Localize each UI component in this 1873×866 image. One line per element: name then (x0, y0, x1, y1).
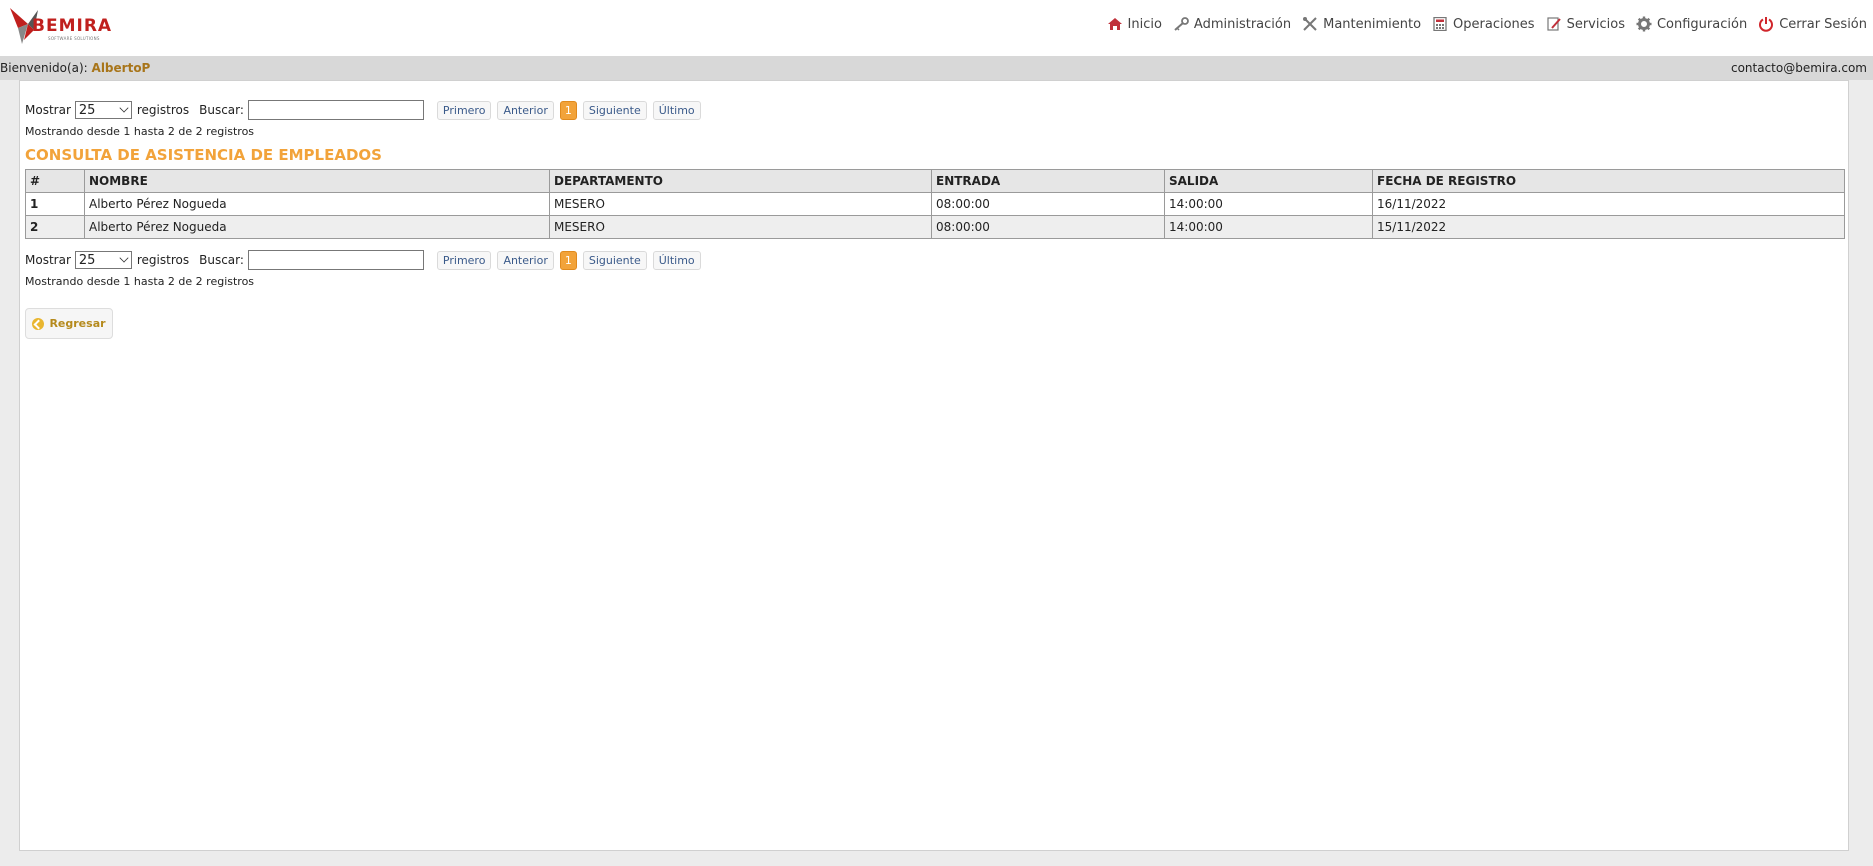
cell-departamento: MESERO (549, 215, 932, 239)
chevron-down-icon (119, 253, 129, 263)
page-size-value: 25 (78, 253, 96, 268)
nav-operaciones[interactable]: Operaciones (1432, 17, 1535, 32)
pencil-icon (1546, 17, 1561, 31)
cell-number: 1 (25, 192, 85, 216)
header: BEMIRA SOFTWARE SOLUTIONS Inicio Adminis… (0, 0, 1873, 56)
gear-icon (1636, 16, 1652, 32)
cell-entrada: 08:00:00 (931, 215, 1165, 239)
cell-number: 2 (25, 215, 85, 239)
table-row[interactable]: 1 Alberto Pérez Nogueda MESERO 08:00:00 … (25, 192, 1845, 216)
contact-email: contacto@bemira.com (1730, 61, 1867, 75)
welcome-bar: Bienvenido(a): AlbertoP contacto@bemira.… (0, 56, 1873, 80)
welcome-user: AlbertoP (91, 61, 151, 75)
back-button-label: Regresar (49, 317, 106, 330)
table-row[interactable]: 2 Alberto Pérez Nogueda MESERO 08:00:00 … (25, 215, 1845, 239)
back-arrow-icon (32, 317, 45, 330)
page-size-value: 25 (78, 103, 96, 118)
attendance-table: # NOMBRE DEPARTAMENTO ENTRADA SALIDA FEC… (25, 169, 1845, 239)
nav-configuracion[interactable]: Configuración (1636, 16, 1747, 32)
cell-salida: 14:00:00 (1164, 192, 1373, 216)
search-input[interactable] (247, 100, 424, 120)
next-page-button[interactable]: Siguiente (582, 250, 647, 270)
prev-page-button[interactable]: Anterior (497, 100, 554, 120)
cell-nombre: Alberto Pérez Nogueda (84, 215, 550, 239)
show-label: Mostrar (25, 253, 71, 267)
power-icon (1759, 17, 1774, 32)
records-info-bottom: Mostrando desde 1 hasta 2 de 2 registros (25, 275, 255, 288)
calculator-icon (1433, 17, 1447, 31)
cell-fecha: 15/11/2022 (1372, 215, 1845, 239)
nav-mantenimiento[interactable]: Mantenimiento (1302, 17, 1421, 32)
table-header-row: # NOMBRE DEPARTAMENTO ENTRADA SALIDA FEC… (25, 169, 1845, 193)
col-header-entrada[interactable]: ENTRADA (931, 169, 1165, 193)
search-label: Buscar: (199, 103, 244, 117)
welcome-prefix: Bienvenido(a): (0, 61, 88, 75)
nav-inicio[interactable]: Inicio (1107, 17, 1162, 32)
records-label: registros (136, 103, 190, 117)
top-toolbar: Mostrar 25 registros Buscar: Primero Ant… (25, 99, 707, 121)
col-header-nombre[interactable]: NOMBRE (84, 169, 550, 193)
col-header-fecha[interactable]: FECHA DE REGISTRO (1372, 169, 1845, 193)
nav-servicios[interactable]: Servicios (1546, 17, 1625, 32)
col-header-departamento[interactable]: DEPARTAMENTO (549, 169, 932, 193)
last-page-button[interactable]: Último (652, 250, 701, 270)
nav-label: Cerrar Sesión (1779, 16, 1867, 32)
last-page-button[interactable]: Último (652, 100, 701, 120)
nav-administracion[interactable]: Administración (1173, 17, 1291, 32)
main-nav: Inicio Administración Mantenimiento Oper… (1096, 16, 1867, 32)
search-input-bottom[interactable] (247, 250, 424, 270)
page-size-select[interactable]: 25 (74, 101, 132, 119)
search-label: Buscar: (199, 253, 244, 267)
show-label: Mostrar (25, 103, 71, 117)
logo-tagline: SOFTWARE SOLUTIONS (48, 36, 100, 41)
cell-nombre: Alberto Pérez Nogueda (84, 192, 550, 216)
key-icon (1174, 17, 1189, 31)
nav-label: Administración (1193, 16, 1292, 32)
nav-label: Mantenimiento (1323, 16, 1422, 32)
nav-label: Operaciones (1453, 16, 1535, 32)
nav-cerrar-sesion[interactable]: Cerrar Sesión (1758, 16, 1867, 32)
cell-entrada: 08:00:00 (931, 192, 1165, 216)
records-info: Mostrando desde 1 hasta 2 de 2 registros (25, 125, 255, 138)
nav-label: Inicio (1127, 16, 1162, 32)
col-header-salida[interactable]: SALIDA (1164, 169, 1373, 193)
pagination: Primero Anterior 1 Siguiente Último (436, 100, 707, 120)
cell-fecha: 16/11/2022 (1372, 192, 1845, 216)
tools-icon (1303, 17, 1317, 31)
page-title: CONSULTA DE ASISTENCIA DE EMPLEADOS (25, 146, 382, 164)
next-page-button[interactable]: Siguiente (582, 100, 647, 120)
page-size-select-bottom[interactable]: 25 (74, 251, 132, 269)
prev-page-button[interactable]: Anterior (497, 250, 554, 270)
nav-label: Servicios (1566, 16, 1625, 32)
nav-label: Configuración (1656, 16, 1748, 32)
current-page-button[interactable]: 1 (559, 250, 577, 270)
cell-salida: 14:00:00 (1164, 215, 1373, 239)
bottom-toolbar: Mostrar 25 registros Buscar: Primero Ant… (25, 249, 707, 271)
chevron-down-icon (119, 103, 129, 113)
current-page-button[interactable]: 1 (559, 100, 577, 120)
pagination-bottom: Primero Anterior 1 Siguiente Último (436, 250, 707, 270)
cell-departamento: MESERO (549, 192, 932, 216)
home-icon (1107, 18, 1122, 30)
bemira-logo[interactable]: BEMIRA SOFTWARE SOLUTIONS (8, 6, 138, 46)
logo-text: BEMIRA (32, 16, 113, 36)
records-label: registros (136, 253, 190, 267)
back-button[interactable]: Regresar (25, 308, 113, 339)
first-page-button[interactable]: Primero (436, 100, 492, 120)
first-page-button[interactable]: Primero (436, 250, 492, 270)
main-content: Mostrar 25 registros Buscar: Primero Ant… (19, 80, 1849, 851)
col-header-number[interactable]: # (25, 169, 85, 193)
